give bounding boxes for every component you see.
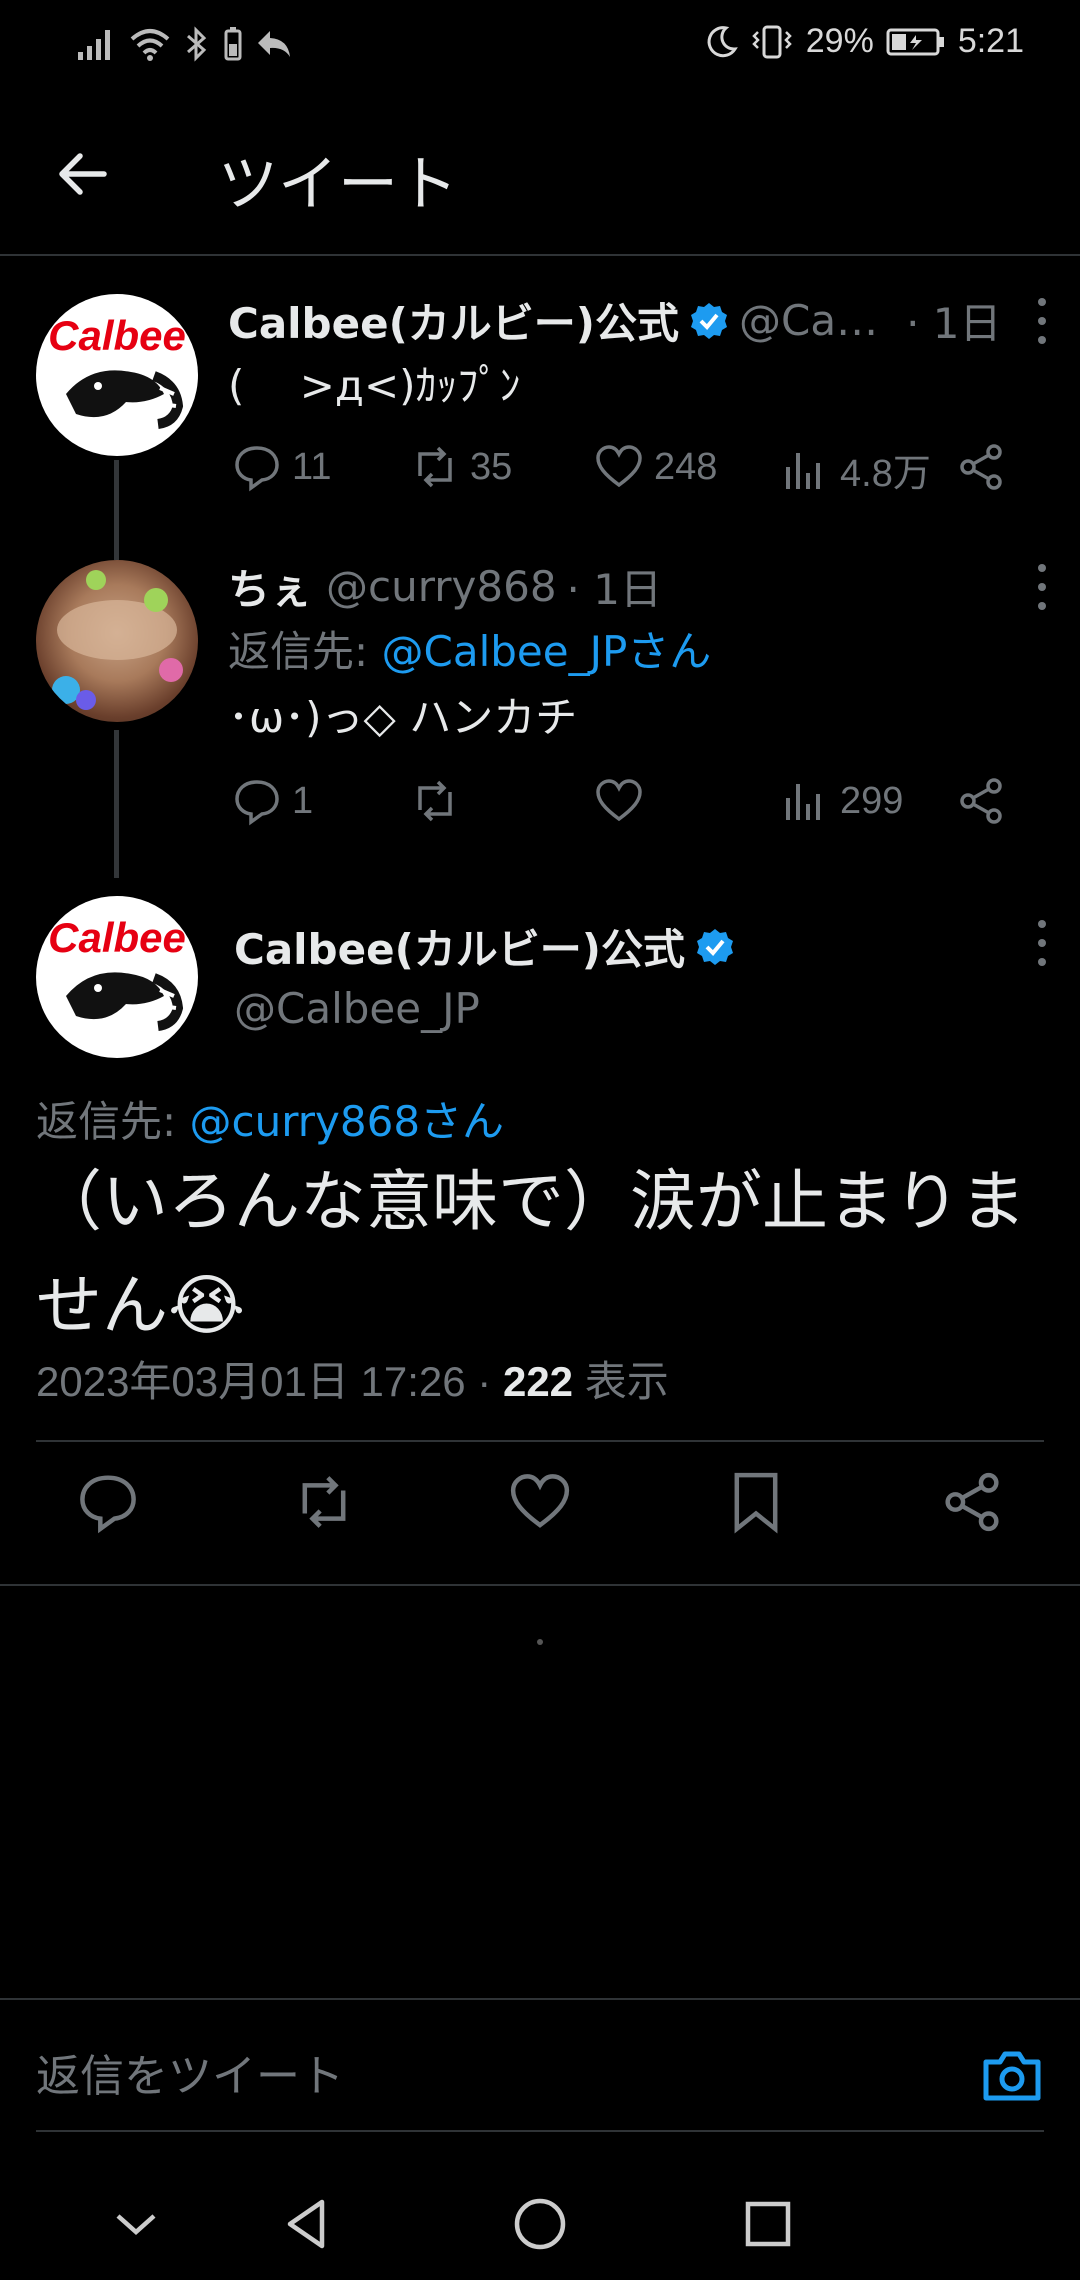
battery-icon: [886, 28, 944, 55]
more-options-icon[interactable]: [1032, 916, 1052, 970]
status-bar: 29% 5:21: [0, 0, 1080, 92]
calbee-logo-icon: Calbee: [48, 312, 186, 429]
reply-context: 返信先: @Calbee_JPさん: [228, 618, 711, 679]
reply-icon: [235, 780, 279, 826]
wifi-icon: [130, 29, 170, 61]
loading-dot-icon: [537, 1639, 543, 1645]
handle[interactable]: @curry868: [326, 562, 557, 611]
retweet-button[interactable]: 35: [410, 442, 512, 492]
tweet-date: 2023年03月01日 17:26 ·: [36, 1358, 503, 1405]
cake-photo-icon: [52, 570, 183, 710]
share-back-icon: [258, 31, 290, 57]
moon-icon: [707, 25, 738, 57]
main-tweet: Calbee Calbee(カルビー)公式 @Calbee_JP: [0, 896, 1080, 1116]
analytics-icon: [786, 452, 820, 489]
chevron-down-icon[interactable]: [104, 2192, 168, 2256]
display-name[interactable]: ちぇ: [228, 556, 312, 617]
bluetooth-icon: [187, 26, 207, 62]
analytics-icon: [786, 784, 820, 820]
share-button[interactable]: [956, 442, 1006, 492]
like-button[interactable]: [594, 776, 644, 826]
like-count: 248: [654, 445, 718, 488]
handle[interactable]: @Calbee_JP: [234, 984, 480, 1033]
page-title: ツイート: [218, 150, 458, 220]
battery-percent: 29%: [805, 22, 874, 60]
heart-icon: [596, 779, 642, 822]
svg-text:Calbee: Calbee: [48, 914, 186, 961]
divider: [36, 1440, 1044, 1442]
avatar[interactable]: Calbee: [36, 294, 198, 456]
like-button[interactable]: 248: [594, 442, 717, 492]
avatar[interactable]: Calbee: [36, 896, 198, 1058]
reply-to-link[interactable]: @Calbee_JPさん: [382, 627, 712, 676]
tweet-text: ･ω･)っ◇ ハンカチ: [228, 693, 578, 742]
tweet-text: ( >д<)ｶｯﾌﾟﾝ: [228, 361, 521, 410]
views-button[interactable]: 4.8万: [780, 442, 931, 497]
top-app-bar: ツイート: [0, 100, 1080, 256]
back-arrow-icon[interactable]: [52, 142, 116, 206]
share-icon: [960, 778, 1002, 824]
share-icon[interactable]: [940, 1470, 1004, 1534]
heart-icon[interactable]: [508, 1470, 572, 1534]
tweet-meta: 2023年03月01日 17:26 · 222 表示: [36, 1348, 669, 1409]
camera-icon[interactable]: [980, 2044, 1044, 2108]
timestamp[interactable]: · 1日: [906, 290, 1001, 351]
reply-count: 11: [292, 445, 332, 488]
reply-prefix: 返信先:: [228, 627, 382, 676]
view-count: 299: [840, 779, 904, 822]
signal-icon: [78, 30, 110, 60]
more-options-icon[interactable]: [1032, 560, 1052, 614]
recents-square-icon[interactable]: [736, 2192, 800, 2256]
reply-button[interactable]: 11: [232, 442, 331, 492]
heart-icon: [596, 445, 642, 488]
reply-to-link[interactable]: @curry868さん: [190, 1097, 505, 1146]
share-button[interactable]: [956, 776, 1006, 826]
display-name[interactable]: Calbee(カルビー)公式: [234, 916, 685, 977]
tweet-reply[interactable]: ちぇ @curry868 · 1日 返信先: @Calbee_JPさん ･ω･)…: [0, 556, 1080, 886]
view-count: 4.8万: [840, 453, 931, 495]
reply-icon: [235, 446, 279, 492]
thread-line: [114, 460, 119, 560]
verified-badge-icon: [697, 928, 733, 965]
retweet-icon: [418, 446, 452, 488]
view-label: 表示: [573, 1358, 669, 1405]
tweet-actions: 1 299: [228, 776, 1028, 836]
avatar[interactable]: [36, 560, 198, 722]
tweet-actions: 11 35 248 4.8万: [228, 442, 1028, 502]
divider: [36, 2130, 1044, 2132]
retweet-count: 35: [470, 445, 513, 488]
reply-prefix: 返信先:: [36, 1097, 190, 1146]
display-name[interactable]: Calbee(カルビー)公式: [228, 290, 679, 351]
reply-context: 返信先: @curry868さん: [36, 1088, 504, 1149]
share-icon: [960, 444, 1002, 490]
bookmark-icon[interactable]: [724, 1470, 788, 1534]
views-button[interactable]: 299: [780, 776, 903, 826]
reply-input[interactable]: 返信をツイート: [36, 2040, 344, 2104]
battery-small-icon: [224, 27, 242, 61]
more-options-icon[interactable]: [1032, 294, 1052, 348]
clock: 5:21: [957, 22, 1024, 60]
handle[interactable]: @Ca…: [739, 296, 878, 345]
reply-icon[interactable]: [76, 1470, 140, 1534]
svg-text:Calbee: Calbee: [48, 312, 186, 359]
reply-count: 1: [292, 779, 314, 822]
main-tweet-actions: [0, 1470, 1080, 1550]
retweet-icon: [418, 780, 452, 822]
thread-line: [114, 730, 119, 878]
home-circle-icon[interactable]: [508, 2192, 572, 2256]
divider: [0, 1998, 1080, 2000]
divider: [0, 1584, 1080, 1586]
calbee-logo-icon: Calbee: [48, 914, 186, 1031]
retweet-button[interactable]: [410, 776, 460, 826]
vibrate-icon: [751, 25, 792, 58]
timestamp[interactable]: · 1日: [567, 556, 662, 617]
retweet-icon[interactable]: [292, 1470, 356, 1534]
reply-button[interactable]: 1: [232, 776, 313, 826]
verified-badge-icon: [691, 302, 727, 339]
back-triangle-icon[interactable]: [276, 2192, 340, 2256]
view-count[interactable]: 222: [503, 1358, 573, 1405]
main-tweet-text: （いろんな意味で）涙が止まりません😭: [36, 1163, 1026, 1344]
system-nav-bar: [0, 2170, 1080, 2280]
